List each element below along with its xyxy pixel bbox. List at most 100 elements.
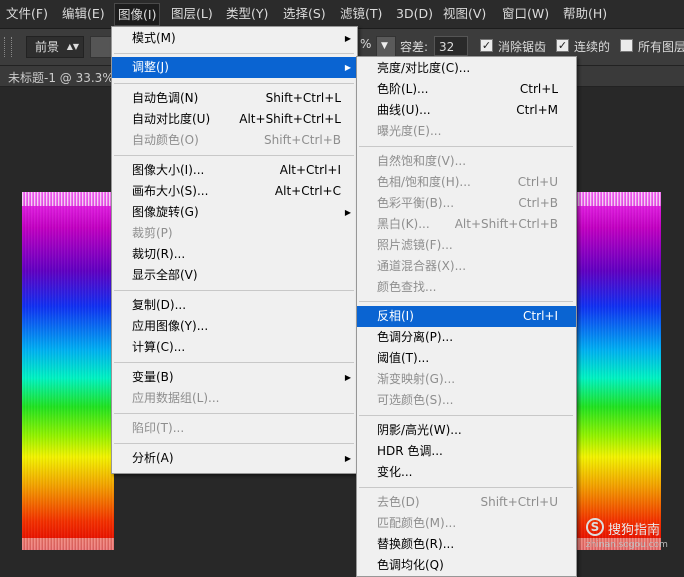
options-grip[interactable] [4, 37, 12, 57]
menu-item-label: 颜色查找... [377, 280, 437, 294]
menu-view[interactable]: 视图(V) [443, 0, 486, 28]
all-layers-checkbox[interactable] [620, 39, 633, 52]
menu-item-variables[interactable]: 变量(B) ▶ [112, 367, 357, 388]
menu-item-shortcut: Alt+Shift+Ctrl+L [239, 112, 341, 126]
menu-image[interactable]: 图像(I) [114, 3, 161, 26]
menu-item-shortcut: Shift+Ctrl+U [480, 495, 558, 509]
menu-item-reveal-all[interactable]: 显示全部(V) [112, 265, 357, 286]
menu-divider [114, 443, 354, 444]
menu-window[interactable]: 窗口(W) [502, 0, 549, 28]
menu-item-label: 应用图像(Y)... [132, 319, 209, 333]
menu-item-label: 色调均化(Q) [377, 558, 444, 572]
watermark: S 搜狗指南 zhinan.sogou.com [586, 516, 678, 556]
menu-item-shortcut: Ctrl+U [517, 175, 558, 189]
menu-item-label: 渐变映射(G)... [377, 372, 456, 386]
menu-item-variations[interactable]: 变化... [357, 462, 576, 483]
menu-item-label: 曝光度(E)... [377, 124, 442, 138]
menu-item-image-size[interactable]: 图像大小(I)... Alt+Ctrl+I [112, 160, 357, 181]
menu-item-label: 图像旋转(G) [132, 205, 199, 219]
menu-item-mode[interactable]: 模式(M) ▶ [112, 28, 357, 49]
menu-edit[interactable]: 编辑(E) [62, 0, 105, 28]
contiguous-checkbox[interactable]: ✓ [556, 39, 569, 52]
menu-item-label: 色相/饱和度(H)... [377, 175, 471, 189]
menu-item-selective-color: 可选颜色(S)... [357, 390, 576, 411]
menu-layer[interactable]: 图层(L) [171, 0, 213, 28]
menu-item-invert[interactable]: 反相(I) Ctrl+I [357, 306, 576, 327]
watermark-url: zhinan.sogou.com [586, 540, 668, 550]
menu-item-exposure: 曝光度(E)... [357, 121, 576, 142]
menu-item-photo-filter: 照片滤镜(F)... [357, 235, 576, 256]
menu-item-match-color: 匹配颜色(M)... [357, 513, 576, 534]
menu-item-label: 反相(I) [377, 309, 414, 323]
select-arrows-icon: ▲▼ [66, 42, 79, 51]
menu-item-apply-image[interactable]: 应用图像(Y)... [112, 316, 357, 337]
opacity-percent-label: % [360, 37, 372, 51]
menu-divider [114, 362, 354, 363]
menu-help[interactable]: 帮助(H) [563, 0, 607, 28]
menu-item-trim[interactable]: 裁切(R)... [112, 244, 357, 265]
menu-item-label: 可选颜色(S)... [377, 393, 454, 407]
canvas-image-right[interactable] [575, 192, 661, 550]
menu-file[interactable]: 文件(F) [6, 0, 48, 28]
menu-item-label: 变量(B) [132, 370, 174, 384]
fill-mode-select[interactable]: 前景 ▲▼ [26, 36, 84, 58]
menu-item-label: 分析(A) [132, 451, 174, 465]
menu-item-levels[interactable]: 色阶(L)... Ctrl+L [357, 79, 576, 100]
menu-item-label: 色彩平衡(B)... [377, 196, 455, 210]
menu-item-replace-color[interactable]: 替换颜色(R)... [357, 534, 576, 555]
menu-item-label: 自动色调(N) [132, 91, 199, 105]
document-tab[interactable]: 未标题-1 @ 33.3% [8, 69, 114, 86]
antialias-checkbox[interactable]: ✓ [480, 39, 493, 52]
menu-item-analysis[interactable]: 分析(A) ▶ [112, 448, 357, 469]
menu-item-brightness-contrast[interactable]: 亮度/对比度(C)... [357, 58, 576, 79]
sogou-logo-icon: S [586, 518, 604, 536]
menu-item-adjustments[interactable]: 调整(J) ▶ [112, 57, 357, 78]
menu-item-crop: 裁剪(P) [112, 223, 357, 244]
menu-item-shortcut: Shift+Ctrl+B [264, 133, 341, 147]
menu-3d[interactable]: 3D(D) [396, 0, 433, 28]
menu-item-canvas-size[interactable]: 画布大小(S)... Alt+Ctrl+C [112, 181, 357, 202]
menu-item-shortcut: Alt+Ctrl+C [274, 184, 341, 198]
menu-item-label: 画布大小(S)... [132, 184, 209, 198]
menu-item-label: 替换颜色(R)... [377, 537, 455, 551]
tolerance-input[interactable]: 32 [434, 36, 468, 56]
menu-item-curves[interactable]: 曲线(U)... Ctrl+M [357, 100, 576, 121]
menu-item-shortcut: Ctrl+B [518, 196, 558, 210]
menu-item-posterize[interactable]: 色调分离(P)... [357, 327, 576, 348]
menu-item-gradient-map: 渐变映射(G)... [357, 369, 576, 390]
menu-filter[interactable]: 滤镜(T) [340, 0, 382, 28]
menu-item-apply-data-set: 应用数据组(L)... [112, 388, 357, 409]
menu-item-equalize[interactable]: 色调均化(Q) [357, 555, 576, 576]
menu-item-label: 阈值(T)... [377, 351, 430, 365]
canvas-image-left[interactable] [22, 192, 114, 550]
menu-item-label: 计算(C)... [132, 340, 186, 354]
menu-item-vibrance: 自然饱和度(V)... [357, 151, 576, 172]
menu-item-label: 变化... [377, 465, 413, 479]
menu-item-trap: 陷印(T)... [112, 418, 357, 439]
menu-item-color-lookup: 颜色查找... [357, 277, 576, 298]
menu-item-duplicate[interactable]: 复制(D)... [112, 295, 357, 316]
menu-item-hdr-toning[interactable]: HDR 色调... [357, 441, 576, 462]
menu-item-label: 曲线(U)... [377, 103, 431, 117]
menu-item-image-rotation[interactable]: 图像旋转(G) ▶ [112, 202, 357, 223]
menu-divider [114, 413, 354, 414]
menu-divider [114, 155, 354, 156]
menu-item-calculations[interactable]: 计算(C)... [112, 337, 357, 358]
menu-item-color-balance: 色彩平衡(B)... Ctrl+B [357, 193, 576, 214]
tolerance-label: 容差: [400, 40, 429, 54]
menu-type[interactable]: 类型(Y) [226, 0, 268, 28]
adjustments-submenu: 亮度/对比度(C)... 色阶(L)... Ctrl+L 曲线(U)... Ct… [356, 56, 577, 577]
menu-item-auto-contrast[interactable]: 自动对比度(U) Alt+Shift+Ctrl+L [112, 109, 357, 130]
menu-item-auto-tone[interactable]: 自动色调(N) Shift+Ctrl+L [112, 88, 357, 109]
menu-item-label: 模式(M) [132, 31, 176, 45]
menu-item-label: 陷印(T)... [132, 421, 185, 435]
menu-item-black-white: 黑白(K)... Alt+Shift+Ctrl+B [357, 214, 576, 235]
menu-item-label: 自动颜色(O) [132, 133, 199, 147]
menu-select[interactable]: 选择(S) [283, 0, 326, 28]
menu-item-threshold[interactable]: 阈值(T)... [357, 348, 576, 369]
menu-divider [359, 487, 573, 488]
menu-item-shadows-highlights[interactable]: 阴影/高光(W)... [357, 420, 576, 441]
menu-item-label: 自动对比度(U) [132, 112, 211, 126]
opacity-dropdown[interactable]: ▼ [376, 36, 396, 58]
menu-item-shortcut: Shift+Ctrl+L [265, 91, 341, 105]
